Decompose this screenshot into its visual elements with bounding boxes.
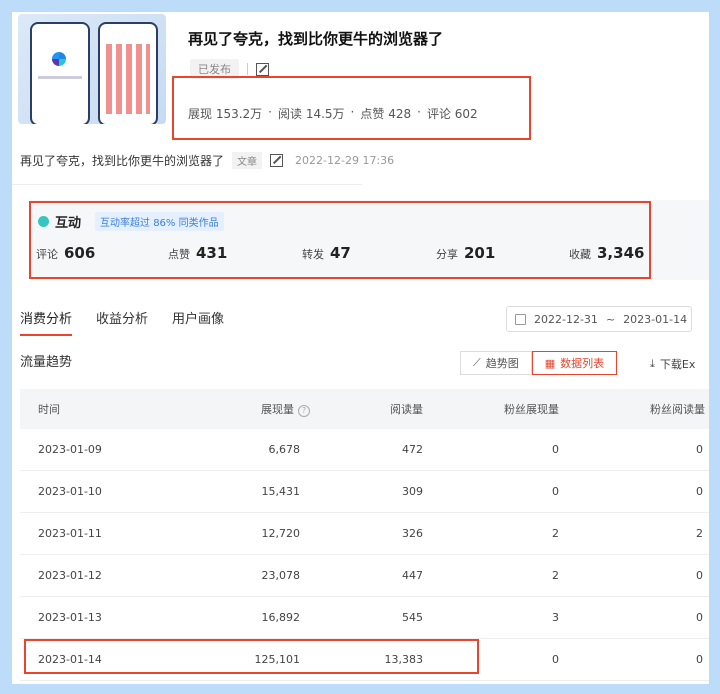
header-fan-impressions[interactable]: 粉丝展现量 xyxy=(423,401,559,417)
header-impressions[interactable]: 展现量? xyxy=(240,401,310,417)
cell-date: 2023-01-09 xyxy=(38,443,102,456)
table-row: 2023-01-12 23,078 447 2 0 xyxy=(20,555,709,597)
cell-date: 2023-01-11 xyxy=(38,527,102,540)
line-chart-icon: ⟋ xyxy=(473,356,481,369)
phone-mockup-icon xyxy=(98,22,158,124)
calendar-icon xyxy=(515,313,526,325)
cell-reads: 447 xyxy=(402,569,423,582)
cell-reads: 472 xyxy=(402,443,423,456)
cell-fan-reads: 2 xyxy=(696,527,703,540)
tab-revenue[interactable]: 收益分析 xyxy=(96,308,148,336)
analysis-tabs: 消费分析 收益分析 用户画像 xyxy=(20,308,224,336)
cell-date: 2023-01-12 xyxy=(38,569,102,582)
date-separator: ~ xyxy=(605,312,616,326)
cell-fan-impressions: 3 xyxy=(552,611,559,624)
data-list-label: 数据列表 xyxy=(560,357,605,370)
cell-date: 2023-01-13 xyxy=(38,611,102,624)
table-row: 2023-01-10 15,431 309 0 0 xyxy=(20,471,709,513)
cell-fan-reads: 0 xyxy=(696,443,703,456)
publish-date: 2022-12-29 17:36 xyxy=(295,154,395,167)
cell-reads: 309 xyxy=(402,485,423,498)
cell-date: 2023-01-10 xyxy=(38,485,102,498)
cell-fan-reads: 0 xyxy=(696,569,703,582)
cell-fan-reads: 0 xyxy=(696,611,703,624)
data-list-button[interactable]: ▦ 数据列表 xyxy=(531,351,618,375)
content-panel: 再见了夸克，找到比你更牛的浏览器了 已发布 展现 153.2万 · 阅读 14.… xyxy=(12,12,709,684)
edit-icon[interactable] xyxy=(270,154,284,167)
download-icon: ⤓ xyxy=(650,357,655,370)
app-grid-icon xyxy=(106,44,150,114)
header-time[interactable]: 时间 xyxy=(20,401,240,417)
header-reads[interactable]: 阅读量 xyxy=(310,401,423,417)
cell-impressions: 15,431 xyxy=(261,485,301,498)
edit-icon[interactable] xyxy=(256,62,269,76)
divider xyxy=(12,184,362,185)
table-row: 2023-01-11 12,720 326 2 2 xyxy=(20,513,709,555)
search-bar-icon xyxy=(38,76,82,79)
cell-impressions: 12,720 xyxy=(261,527,301,540)
date-start: 2022-12-31 xyxy=(534,312,598,326)
tab-consumption[interactable]: 消费分析 xyxy=(20,308,73,336)
date-range-picker[interactable]: 2022-12-31 ~ 2023-01-14 xyxy=(506,306,692,332)
highlight-box xyxy=(29,201,651,279)
table-header: 时间 展现量? 阅读量 粉丝展现量 粉丝阅读量 xyxy=(20,389,709,429)
cell-impressions: 16,892 xyxy=(261,611,301,624)
phone-mockup-icon xyxy=(30,22,90,124)
table-icon: ▦ xyxy=(544,356,556,370)
header-fan-reads[interactable]: 粉丝阅读量 xyxy=(559,401,705,417)
cell-impressions: 23,078 xyxy=(261,569,301,582)
cell-fan-reads: 0 xyxy=(696,485,703,498)
highlight-box xyxy=(172,76,531,140)
divider xyxy=(247,63,248,75)
data-table: 时间 展现量? 阅读量 粉丝展现量 粉丝阅读量 2023-01-09 6,678… xyxy=(20,389,709,681)
download-button[interactable]: ⤓ 下载Ex xyxy=(650,356,695,372)
article-title[interactable]: 再见了夸克，找到比你更牛的浏览器了 xyxy=(188,28,443,49)
help-icon[interactable]: ? xyxy=(298,405,310,417)
browser-logo-icon xyxy=(52,52,66,66)
highlight-box xyxy=(24,639,479,674)
type-badge: 文章 xyxy=(232,152,263,169)
watermark: 新浪众观 xyxy=(632,652,698,684)
trend-chart-label: 趋势图 xyxy=(485,357,519,370)
article-meta-row: 再见了夸克，找到比你更牛的浏览器了 文章 2022-12-29 17:36 xyxy=(20,152,394,169)
date-end: 2023-01-14 xyxy=(623,312,688,326)
view-toggle: ⟋ 趋势图 ▦ 数据列表 xyxy=(460,351,618,375)
cell-reads: 545 xyxy=(402,611,423,624)
section-title: 流量趋势 xyxy=(20,355,73,370)
article-thumbnail[interactable] xyxy=(18,14,166,124)
cell-fan-impressions: 2 xyxy=(552,569,559,582)
cell-fan-impressions: 2 xyxy=(552,527,559,540)
cell-reads: 326 xyxy=(402,527,423,540)
table-row: 2023-01-13 16,892 545 3 0 xyxy=(20,597,709,639)
trend-chart-button[interactable]: ⟋ 趋势图 xyxy=(460,351,532,375)
download-label: 下载Ex xyxy=(659,358,696,371)
meta-title[interactable]: 再见了夸克，找到比你更牛的浏览器了 xyxy=(20,152,224,169)
cell-impressions: 6,678 xyxy=(268,443,301,456)
cell-fan-impressions: 0 xyxy=(552,443,559,456)
tab-audience[interactable]: 用户画像 xyxy=(172,308,224,336)
header-impressions-label: 展现量 xyxy=(261,403,294,416)
table-row: 2023-01-09 6,678 472 0 0 xyxy=(20,429,709,471)
cell-fan-impressions: 0 xyxy=(552,485,559,498)
